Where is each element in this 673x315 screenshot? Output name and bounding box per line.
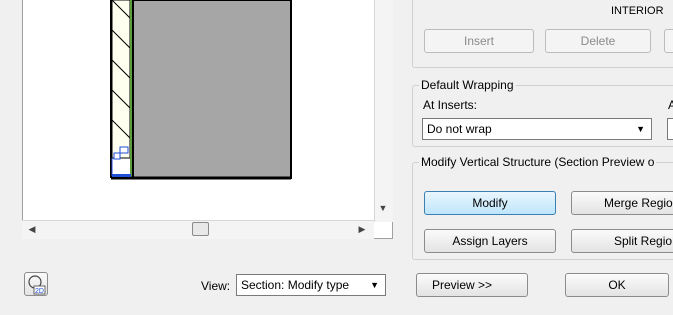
- assign-layers-button[interactable]: Assign Layers: [424, 229, 556, 253]
- at-inserts-dropdown[interactable]: Do not wrap ▼: [422, 118, 652, 140]
- section-preview-panel[interactable]: [22, 0, 393, 239]
- svg-text:2D: 2D: [35, 288, 44, 295]
- modify-button[interactable]: Modify: [424, 191, 556, 215]
- view-value: Section: Modify type: [241, 278, 350, 292]
- interior-label: INTERIOR: [611, 5, 664, 17]
- chevron-down-icon: ▼: [636, 124, 645, 134]
- ok-button[interactable]: OK: [565, 273, 669, 297]
- insert-button[interactable]: Insert: [424, 29, 534, 53]
- next-button-partial[interactable]: [664, 29, 673, 53]
- scroll-thumb[interactable]: [192, 222, 209, 236]
- merge-regions-button[interactable]: Merge Regio: [571, 191, 673, 215]
- default-wrapping-title: Default Wrapping: [419, 78, 516, 92]
- at-ends-dropdown[interactable]: [667, 118, 673, 140]
- modify-vertical-title: Modify Vertical Structure (Section Previ…: [419, 155, 657, 169]
- scroll-left-icon[interactable]: ◀: [24, 220, 40, 238]
- at-inserts-value: Do not wrap: [427, 122, 492, 136]
- at-inserts-label: At Inserts:: [423, 98, 478, 112]
- vertical-scrollbar[interactable]: [374, 0, 393, 222]
- split-region-button[interactable]: Split Regio: [571, 229, 673, 253]
- finish-layer-hatch: [111, 0, 131, 159]
- view-label: View:: [201, 279, 231, 293]
- chevron-down-icon: ▼: [370, 280, 379, 290]
- scroll-right-icon[interactable]: ▶: [354, 220, 370, 238]
- delete-button[interactable]: Delete: [545, 29, 651, 53]
- preview-button[interactable]: Preview >>: [416, 273, 528, 297]
- view-dropdown[interactable]: Section: Modify type ▼: [236, 274, 386, 296]
- wall-section-drawing: [110, 0, 292, 180]
- 2d-view-icon[interactable]: 2D: [24, 272, 48, 296]
- region-marker: [119, 146, 129, 154]
- region-marker-2: [113, 152, 121, 160]
- base-line: [112, 174, 131, 177]
- at-ends-label: A: [668, 98, 673, 112]
- scroll-down-icon[interactable]: ▼: [374, 200, 392, 216]
- wall-core: [132, 0, 292, 179]
- 2d-view-glyph: 2D: [28, 275, 46, 295]
